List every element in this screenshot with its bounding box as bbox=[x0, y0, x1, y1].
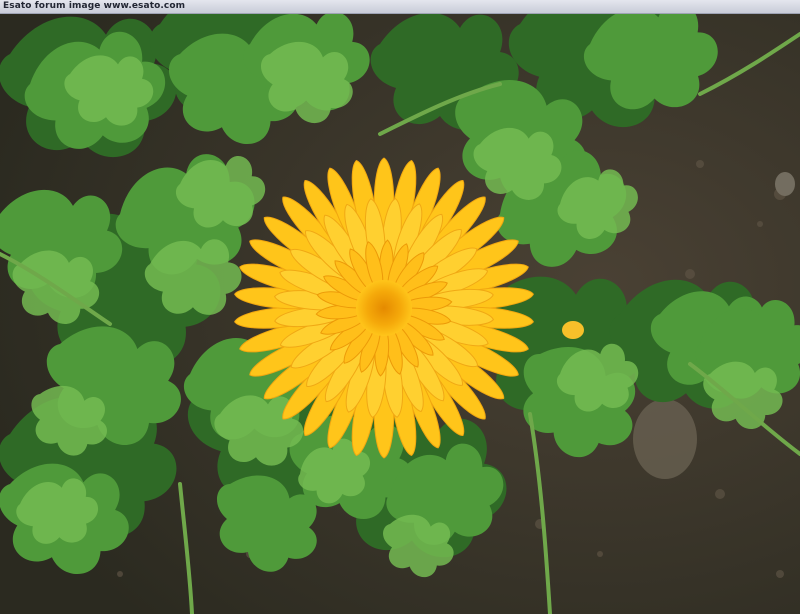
image-viewer: Esato forum image www.esato.com bbox=[0, 0, 800, 614]
flower-photo bbox=[0, 14, 800, 614]
watermark-text: Esato forum image www.esato.com bbox=[3, 1, 186, 11]
watermark-banner: Esato forum image www.esato.com bbox=[0, 0, 800, 14]
flower-center bbox=[356, 280, 412, 336]
flower-bud bbox=[562, 321, 584, 339]
